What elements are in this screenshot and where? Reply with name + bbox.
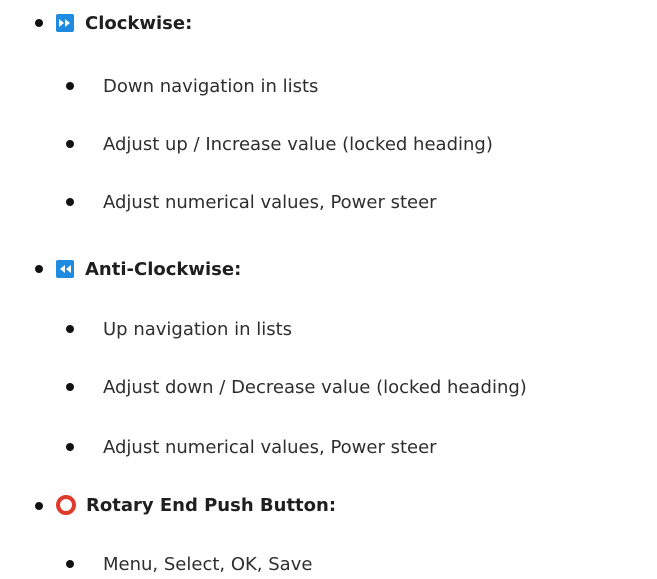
list-item: Adjust down / Decrease value (locked hea… — [103, 372, 527, 402]
push-button-icon — [56, 495, 76, 515]
section-title: Clockwise: — [85, 12, 193, 34]
section-heading-anti-clockwise: Anti-Clockwise: — [56, 254, 241, 284]
fast-forward-icon — [56, 14, 74, 32]
bullet — [66, 443, 74, 451]
bullet — [66, 198, 74, 206]
list-item: Menu, Select, OK, Save — [103, 549, 312, 579]
list-item: Down navigation in lists — [103, 71, 318, 101]
control-reference-list: Clockwise: Down navigation in lists Adju… — [0, 0, 657, 575]
bullet — [66, 82, 74, 90]
list-item-text: Adjust down / Decrease value (locked hea… — [103, 376, 527, 398]
rewind-icon — [56, 260, 74, 278]
list-item-text: Down navigation in lists — [103, 75, 319, 97]
list-item: Adjust numerical values, Power steer — [103, 187, 437, 217]
list-item: Adjust up / Increase value (locked headi… — [103, 129, 493, 159]
section-title: Rotary End Push Button: — [86, 494, 337, 516]
push-button-icon-center — [61, 500, 71, 510]
bullet — [35, 19, 43, 27]
bullet — [66, 325, 74, 333]
section-heading-clockwise: Clockwise: — [56, 8, 192, 38]
list-item: Adjust numerical values, Power steer — [103, 432, 437, 462]
bullet — [66, 383, 74, 391]
list-item: Up navigation in lists — [103, 314, 292, 344]
bullet — [35, 265, 43, 273]
section-title: Anti-Clockwise: — [85, 258, 242, 280]
list-item-text: Up navigation in lists — [103, 318, 293, 340]
bullet — [66, 560, 74, 568]
section-heading-push-button: Rotary End Push Button: — [56, 490, 336, 520]
list-item-text: Menu, Select, OK, Save — [103, 553, 313, 575]
bullet — [35, 502, 43, 510]
list-item-text: Adjust numerical values, Power steer — [103, 191, 437, 213]
list-item-text: Adjust numerical values, Power steer — [103, 436, 437, 458]
list-item-text: Adjust up / Increase value (locked headi… — [103, 133, 493, 155]
bullet — [66, 140, 74, 148]
